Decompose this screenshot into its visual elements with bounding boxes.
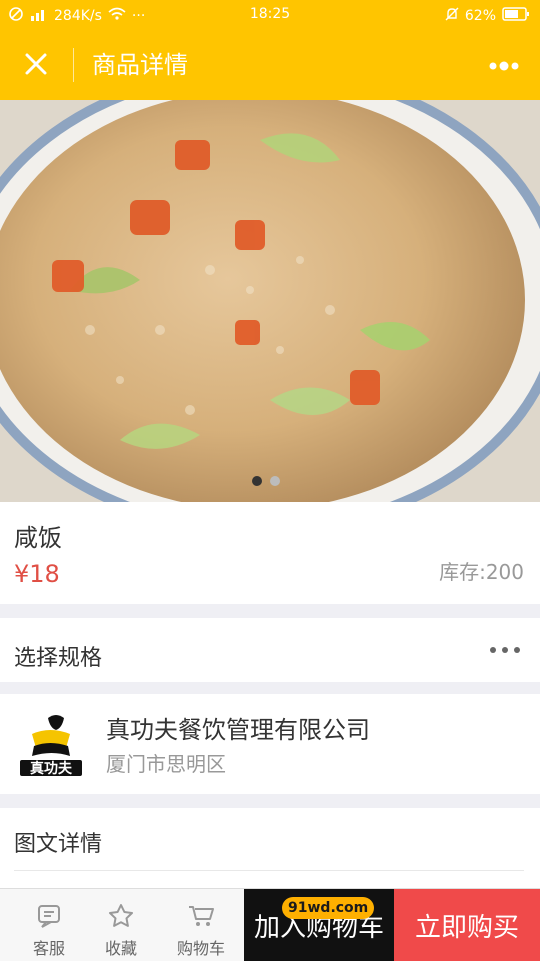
cart-icon [186,901,216,931]
buy-now-button[interactable]: 立即购买 [394,889,540,961]
tab-customer-service[interactable]: 客服 [14,901,84,959]
buy-now-label: 立即购买 [414,912,519,943]
carousel-indicators [252,476,280,486]
mute-icon [445,6,459,26]
status-bar: 284K/s ··· 18:25 62% [0,0,540,30]
more-dots-icon [488,642,522,658]
status-right: 62% [445,6,530,26]
more-options-button[interactable] [486,52,522,78]
bottom-action-bar: 客服 收藏 购物车 加入购物车 立即购买 91wd.com [0,888,540,961]
page-title: 商品详情 [92,51,188,79]
more-dots-icon [488,56,520,75]
tab-favorite[interactable]: 收藏 [86,901,156,959]
fried-rice-image [0,100,540,502]
tab-cart[interactable]: 购物车 [166,901,236,959]
svg-text:真功夫: 真功夫 [30,760,73,777]
shop-name: 真功夫餐饮管理有限公司 [106,716,370,744]
close-button[interactable] [18,48,54,84]
product-info-card: 咸饭 ¥18 库存:200 [0,502,540,604]
detail-divider [14,870,524,871]
tab-label: 客服 [32,939,65,958]
spec-label: 选择规格 [14,646,103,671]
star-icon [106,901,136,931]
product-price: ¥18 [14,560,60,588]
close-icon [24,52,48,80]
nav-bar: 商品详情 [0,30,540,100]
detail-section: 图文详情 [0,808,540,888]
spec-select-row[interactable]: 选择规格 [0,618,540,682]
nav-divider [73,48,74,82]
battery-percent: 62% [464,8,496,24]
stock-count: 库存:200 [439,560,524,584]
shop-card[interactable]: 真功夫 真功夫餐饮管理有限公司 厦门市思明区 [0,694,540,794]
shop-location: 厦门市思明区 [106,752,226,776]
product-name: 咸饭 [14,524,62,552]
chat-icon [34,901,64,931]
carousel-dot[interactable] [270,476,280,486]
battery-icon [502,7,530,25]
tab-label: 购物车 [176,939,225,958]
watermark-badge: 91wd.com [282,897,375,919]
detail-title: 图文详情 [14,832,103,857]
shop-logo: 真功夫 [14,708,88,782]
carousel-dot-active[interactable] [252,476,262,486]
product-image-carousel[interactable] [0,100,540,502]
tab-label: 收藏 [104,939,137,958]
